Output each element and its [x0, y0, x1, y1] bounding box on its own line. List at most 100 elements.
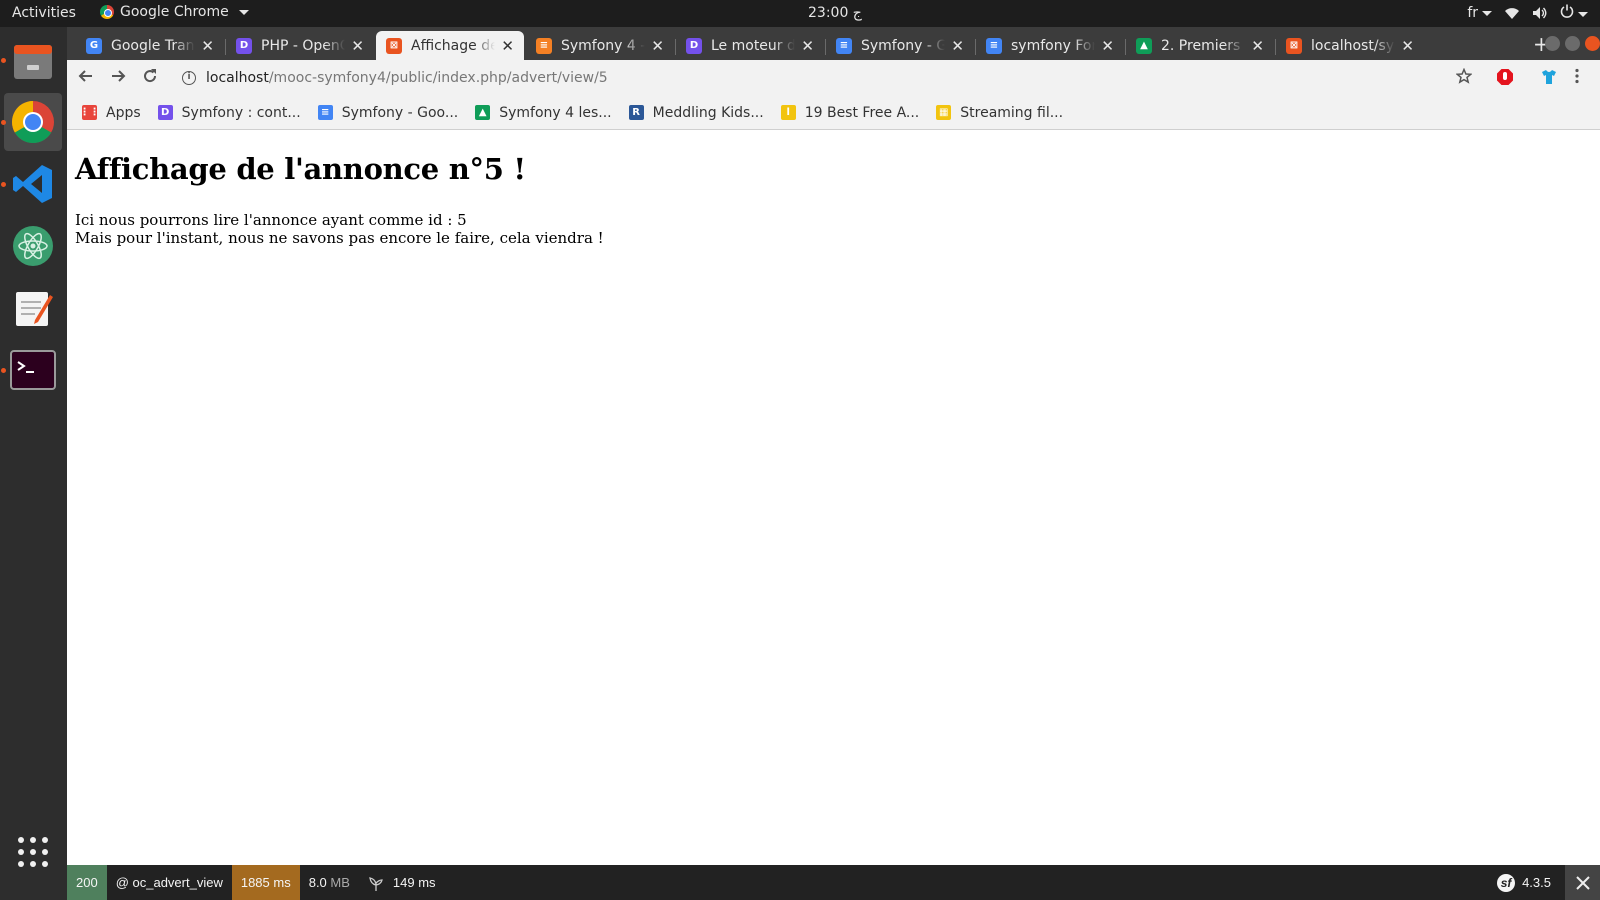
google-drive-icon: ▲ [1136, 37, 1152, 54]
apps-grid-icon: ⋮⋮ [79, 105, 100, 120]
close-tab-icon[interactable]: ✕ [1251, 37, 1264, 55]
extension-icon [1542, 70, 1556, 84]
files-icon [14, 45, 52, 79]
chrome-icon [100, 5, 114, 19]
status-code-badge[interactable]: 200 [67, 865, 107, 900]
close-tab-icon[interactable]: ✕ [351, 37, 364, 55]
forward-button[interactable] [108, 68, 128, 88]
bookmark-item[interactable]: l 19 Best Free A... [780, 105, 919, 121]
close-window-button[interactable] [1585, 36, 1600, 51]
page-text-line-2: Mais pour l'instant, nous ne savons pas … [75, 229, 604, 247]
close-tab-icon[interactable]: ✕ [1101, 37, 1114, 55]
tab-title: Symfony 4 - Tutoriel [561, 37, 646, 54]
dock-files[interactable] [4, 32, 62, 90]
volume-icon[interactable] [1532, 6, 1548, 20]
close-tab-icon[interactable]: ✕ [201, 37, 214, 55]
reload-button[interactable] [140, 68, 160, 88]
browser-toolbar: i localhost/mooc-symfony4/public/index.p… [67, 60, 1600, 96]
chevron-down-icon [238, 9, 249, 15]
tab[interactable]: ⊠ localhost/symfony ✕ [1276, 31, 1424, 60]
memory-value: 8.0 [308, 875, 327, 890]
tab-separator [975, 39, 976, 55]
symfony-profiler-icon: ⊠ [386, 37, 402, 54]
tab-active[interactable]: ⊠ Affichage de l'annonce ✕ [376, 31, 524, 60]
bookmark-item[interactable]: ▲ Symfony 4 les... [475, 105, 612, 121]
stackoverflow-icon: ≡ [536, 37, 552, 54]
clock[interactable]: 23:00 ج [808, 5, 862, 21]
symfony-logo-icon[interactable]: sf [1497, 873, 1516, 892]
openclassrooms-icon: D [157, 105, 173, 120]
wifi-icon[interactable] [1504, 6, 1520, 20]
page-title: Affichage de l'annonce n°5 ! [75, 152, 526, 186]
tab-title: Affichage de l'annonce [411, 37, 496, 54]
activities-button[interactable]: Activities [12, 5, 76, 21]
close-toolbar-button[interactable] [1565, 865, 1600, 900]
route-name[interactable]: @ oc_advert_view [107, 865, 232, 900]
tab-separator [825, 39, 826, 55]
tab[interactable]: G Google Translate ✕ [76, 31, 224, 60]
google-translate-icon: G [86, 37, 102, 54]
memory-usage[interactable]: 8.0 MB [300, 865, 359, 900]
chrome-menu-button[interactable] [1574, 68, 1580, 89]
language-indicator[interactable]: fr [1467, 5, 1492, 21]
init-time-value: 149 ms [392, 875, 436, 890]
google-docs-icon: ≡ [836, 37, 852, 54]
more-vert-icon [1575, 68, 1579, 84]
dock-chrome[interactable] [4, 93, 62, 151]
google-docs-icon: ≡ [317, 105, 333, 120]
bookmark-label: Symfony - Goo... [341, 104, 459, 121]
system-top-bar: Activities Google Chrome 23:00 ج fr [0, 0, 1600, 27]
site-info-icon[interactable]: i [182, 71, 196, 85]
tab[interactable]: ≡ symfony Formulaire ✕ [976, 31, 1124, 60]
symfony-version[interactable]: 4.3.5 [1522, 875, 1551, 890]
tab-title: 2. Premiers pas [1161, 37, 1245, 54]
tab-title: localhost/symfony [1311, 37, 1395, 54]
close-tab-icon[interactable]: ✕ [951, 37, 964, 55]
text-editor-icon [16, 292, 53, 326]
tab[interactable]: ≡ Symfony - Google Docs ✕ [826, 31, 974, 60]
dock-atom[interactable] [4, 217, 62, 275]
extension-adblock-button[interactable] [1496, 68, 1514, 91]
running-indicator [1, 58, 6, 63]
tab[interactable]: D PHP - OpenClassrooms ✕ [226, 31, 374, 60]
google-drive-icon: ▲ [475, 105, 491, 120]
tab[interactable]: D Le moteur de template ✕ [676, 31, 824, 60]
close-tab-icon[interactable]: ✕ [501, 37, 514, 55]
minimize-button[interactable] [1545, 36, 1560, 51]
bookmark-item[interactable]: ≡ Symfony - Goo... [317, 104, 459, 121]
power-menu[interactable] [1560, 4, 1588, 22]
bookmark-label: Meddling Kids... [652, 104, 764, 121]
app-menu[interactable]: Google Chrome [100, 4, 249, 20]
close-tab-icon[interactable]: ✕ [801, 37, 814, 55]
symfony-debug-toolbar: 200 @ oc_advert_view 1885 ms 8.0 MB 149 … [67, 865, 1600, 900]
back-button[interactable] [76, 68, 96, 88]
bookmark-item[interactable]: ⋮⋮ Apps [79, 104, 141, 121]
tab[interactable]: ▲ 2. Premiers pas ✕ [1126, 31, 1274, 60]
show-applications-button[interactable] [4, 823, 62, 881]
tab[interactable]: ≡ Symfony 4 - Tutoriel ✕ [526, 31, 674, 60]
maximize-button[interactable] [1565, 36, 1580, 51]
vscode-icon [13, 165, 52, 203]
bookmark-item[interactable]: ▦ Streaming fil... [936, 105, 1063, 121]
stop-hand-icon [1497, 69, 1513, 85]
dock-vscode[interactable] [4, 155, 62, 213]
bookmark-item[interactable]: R Meddling Kids... [628, 104, 764, 121]
tab-separator [225, 39, 226, 55]
bookmark-label: Streaming fil... [960, 104, 1064, 121]
close-tab-icon[interactable]: ✕ [651, 37, 664, 55]
chevron-down-icon [1482, 10, 1492, 16]
bookmarks-bar: ⋮⋮ Apps D Symfony : cont... ≡ Symfony - Goo..… [67, 96, 1600, 130]
dock-text-editor[interactable] [4, 279, 62, 337]
bookmark-item[interactable]: D Symfony : cont... [157, 105, 301, 121]
request-time[interactable]: 1885 ms [231, 865, 300, 900]
close-tab-icon[interactable]: ✕ [1401, 37, 1414, 55]
address-bar[interactable]: i localhost/mooc-symfony4/public/index.p… [177, 63, 1447, 93]
extension-button[interactable] [1540, 68, 1558, 91]
tab-title: PHP - OpenClassrooms [261, 37, 346, 54]
bookmark-label: Apps [106, 104, 141, 121]
memory-unit: MB [330, 875, 350, 890]
google-docs-icon: ≡ [986, 37, 1002, 54]
bookmark-star-button[interactable] [1455, 67, 1473, 89]
dock-terminal[interactable] [4, 341, 62, 399]
init-time[interactable]: 149 ms [359, 865, 445, 900]
